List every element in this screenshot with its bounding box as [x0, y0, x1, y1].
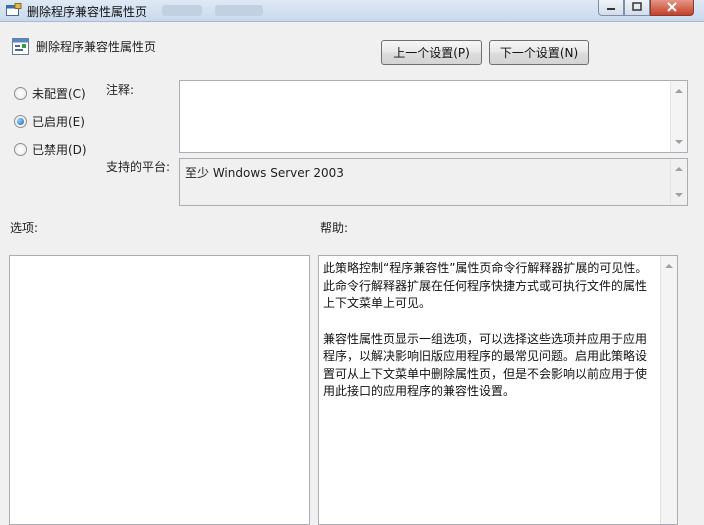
window-title: 删除程序兼容性属性页	[27, 5, 148, 19]
platform-label: 支持的平台:	[106, 160, 171, 174]
help-text: 此策略控制“程序兼容性”属性页命令行解释器扩展的可见性。此命令行解释器扩展在任何…	[323, 260, 657, 419]
help-label: 帮助:	[320, 221, 349, 235]
background-tab-2	[215, 5, 263, 16]
comment-scrollbar[interactable]	[670, 81, 687, 152]
radio-label: 已启用(E)	[32, 115, 85, 129]
radio-label: 已禁用(D)	[32, 143, 87, 157]
help-paragraph: 兼容性属性页显示一组选项，可以选择这些选项并应用于应用程序，以解决影响旧版应用程…	[323, 331, 648, 399]
radio-indicator-selected	[14, 115, 27, 128]
radio-indicator	[14, 143, 27, 156]
maximize-icon	[632, 2, 642, 11]
radio-not-configured[interactable]: 未配置(C)	[14, 85, 86, 102]
policy-title: 删除程序兼容性属性页	[36, 40, 157, 54]
scroll-down-icon[interactable]	[675, 140, 683, 144]
radio-enabled[interactable]: 已启用(E)	[14, 113, 85, 130]
minimize-icon	[607, 7, 615, 10]
comment-label: 注释:	[106, 83, 135, 97]
previous-setting-button[interactable]: 上一个设置(P)	[381, 40, 482, 65]
radio-label: 未配置(C)	[32, 87, 86, 101]
help-pane: 此策略控制“程序兼容性”属性页命令行解释器扩展的可见性。此命令行解释器扩展在任何…	[318, 255, 678, 525]
title-bar: 删除程序兼容性属性页	[0, 0, 704, 22]
help-paragraph: 此策略控制“程序兼容性”属性页命令行解释器扩展的可见性。此命令行解释器扩展在任何…	[323, 261, 648, 310]
close-icon	[667, 1, 677, 12]
platform-value: 至少 Windows Server 2003	[185, 166, 344, 180]
minimize-button[interactable]	[598, 0, 624, 16]
options-label: 选项:	[10, 221, 39, 235]
comment-textarea[interactable]	[179, 80, 688, 153]
scroll-up-icon[interactable]	[675, 89, 683, 93]
next-setting-button[interactable]: 下一个设置(N)	[489, 40, 589, 65]
options-pane	[9, 255, 310, 525]
platform-field: 至少 Windows Server 2003	[179, 158, 688, 206]
scroll-up-icon[interactable]	[675, 167, 683, 171]
radio-indicator	[14, 87, 27, 100]
platform-scrollbar[interactable]	[670, 159, 687, 205]
policy-window-icon	[6, 3, 22, 16]
radio-disabled[interactable]: 已禁用(D)	[14, 141, 87, 158]
close-button[interactable]	[650, 0, 694, 16]
scroll-down-icon[interactable]	[675, 193, 683, 197]
background-tab-1	[162, 5, 202, 16]
policy-setting-icon	[12, 38, 29, 55]
maximize-button[interactable]	[624, 0, 650, 16]
window-controls	[598, 0, 694, 16]
scroll-up-icon[interactable]	[665, 264, 673, 268]
help-scrollbar[interactable]	[660, 256, 677, 524]
